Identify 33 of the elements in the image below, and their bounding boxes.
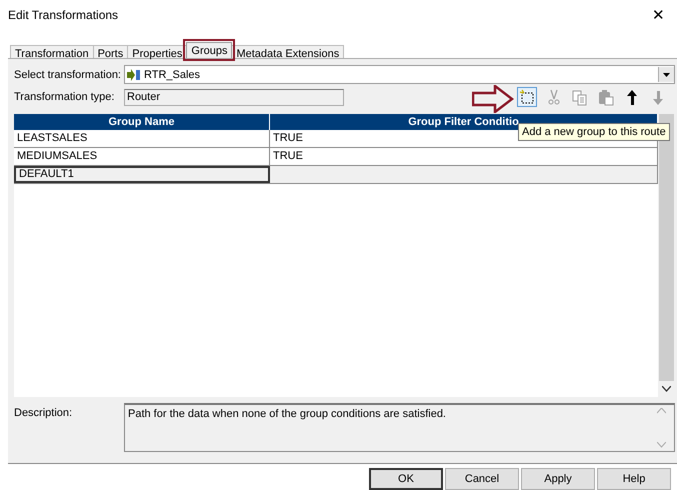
dropdown-arrow-icon	[663, 72, 670, 76]
field-label: Select transformation:	[14, 68, 122, 80]
pointer-arrow-icon	[472, 85, 514, 113]
close-button[interactable]: ✕	[648, 6, 669, 24]
tab[interactable]: Metadata Extensions	[231, 45, 344, 58]
description-field[interactable]: Path for the data when none of the group conditions are satisfied.	[124, 403, 675, 452]
field-label: Description:	[14, 406, 74, 421]
field-label: Transformation type:	[14, 91, 116, 103]
tooltip: Add a new group to this route	[518, 123, 670, 141]
table-cell: DEFAULT1	[14, 166, 270, 183]
dialog-button[interactable]: OK	[369, 468, 443, 490]
dialog-button[interactable]: Apply	[521, 468, 595, 490]
type-field: Router	[124, 88, 344, 106]
tab[interactable]: Transformation	[10, 45, 94, 58]
table-cell: MEDIUMSALES	[14, 148, 270, 165]
dialog-button[interactable]: Cancel	[445, 468, 519, 490]
copy-icon	[570, 88, 588, 106]
table-cell: LEASTSALES	[14, 130, 270, 147]
tab[interactable]: Groups	[186, 42, 232, 58]
tab[interactable]: Properties	[127, 45, 188, 58]
scroll-up-icon	[657, 408, 666, 414]
scroll-down-icon	[657, 442, 666, 448]
router-icon	[127, 68, 141, 80]
new-group-icon	[518, 88, 536, 106]
scroll-down-icon	[662, 386, 671, 392]
column-header: Group Name	[14, 114, 270, 130]
new-button[interactable]	[517, 87, 537, 107]
table-row[interactable]: DEFAULT1	[14, 166, 658, 184]
transformation-dropdown[interactable]: RTR_Sales	[124, 65, 675, 84]
tab[interactable]: Ports	[92, 45, 128, 58]
window-title: Edit Transformations	[8, 8, 118, 22]
paste-icon	[596, 88, 614, 106]
dialog-button[interactable]: Help	[597, 468, 671, 490]
